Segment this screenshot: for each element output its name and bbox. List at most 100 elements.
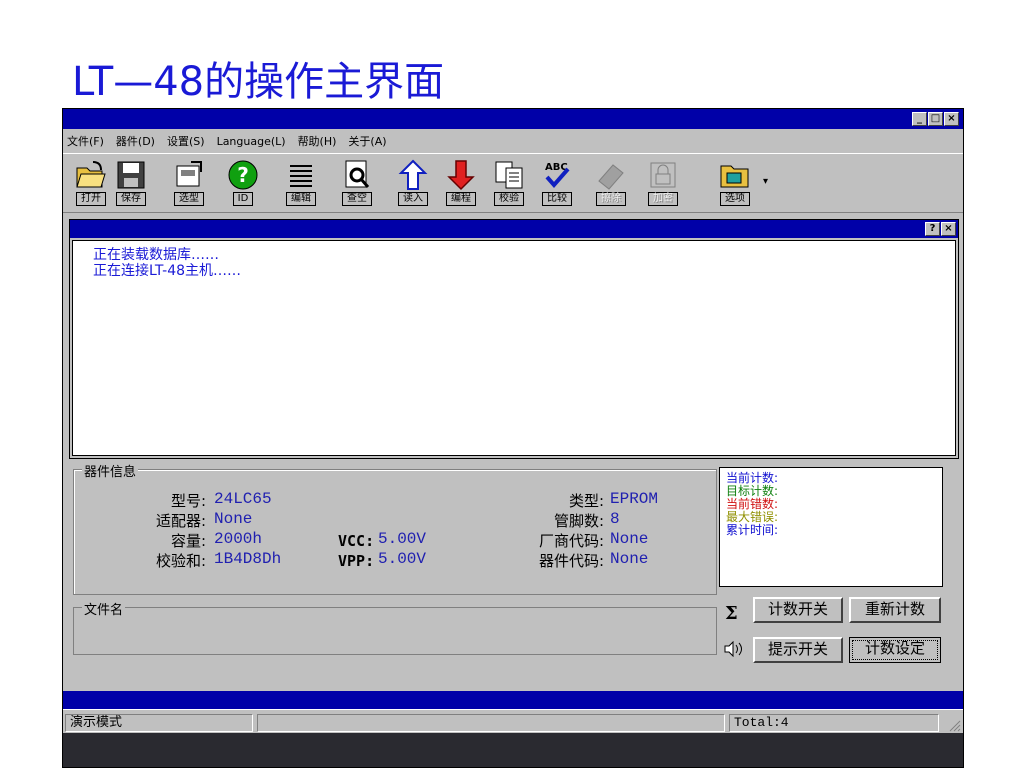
log-window-titlebar[interactable]: ? × <box>70 220 958 238</box>
vpp-value: 5.00V <box>378 550 427 568</box>
menu-device[interactable]: 器件(D) <box>116 133 155 149</box>
pins-value: 8 <box>610 510 620 528</box>
open-folder-icon <box>73 158 109 192</box>
erase-chip-icon <box>593 158 629 192</box>
type-value: EPROM <box>610 490 659 508</box>
vendor-code-value: None <box>610 530 649 548</box>
save-label: 保存 <box>116 192 146 206</box>
reset-count-button[interactable]: 重新计数 <box>849 597 941 623</box>
vcc-value: 5.00V <box>378 530 427 548</box>
edit-label: 编辑 <box>286 192 316 206</box>
window-controls: _ □ × <box>912 112 959 126</box>
status-bar: 演示模式 Total:4 <box>63 709 963 733</box>
program-label: 编程 <box>446 192 476 206</box>
adapter-label: 适配器: <box>155 512 206 530</box>
menu-language[interactable]: Language(L) <box>217 135 286 148</box>
prompt-toggle-button[interactable]: 提示开关 <box>753 637 843 663</box>
close-button[interactable]: × <box>944 112 959 126</box>
save-disk-icon <box>113 158 149 192</box>
erase-button[interactable]: 擦除 <box>593 158 629 208</box>
help-button[interactable]: ? <box>925 222 940 236</box>
capacity-value: 2000h <box>214 530 263 548</box>
log-close-button[interactable]: × <box>941 222 956 236</box>
select-device-icon <box>171 158 207 192</box>
select-device-button[interactable]: 选型 <box>171 158 207 208</box>
log-area[interactable]: 正在装载数据库…… 正在连接LT-48主机…… <box>72 240 956 456</box>
device-info-group: 器件信息 型号: 24LC65 适配器: None 容量: 2000h 校验和:… <box>73 461 717 595</box>
help-question-icon: ? <box>225 158 261 192</box>
capacity-label: 容量: <box>170 532 206 550</box>
speaker-icon <box>723 640 743 658</box>
vcc-label: VCC: <box>338 532 375 550</box>
window-titlebar[interactable]: _ □ × <box>63 109 963 129</box>
checksum-value: 1B4D8Dh <box>214 550 282 568</box>
model-label: 型号: <box>170 492 206 510</box>
program-arrow-down-icon <box>443 158 479 192</box>
menu-help[interactable]: 帮助(H) <box>298 133 337 149</box>
count-setting-button[interactable]: 计数设定 <box>849 637 941 663</box>
id-label: ID <box>232 192 254 206</box>
status-mode: 演示模式 <box>65 714 253 732</box>
svg-text:?: ? <box>237 163 249 187</box>
menu-settings[interactable]: 设置(S) <box>167 133 205 149</box>
blank-check-label: 查空 <box>342 192 372 206</box>
options-label: 选项 <box>720 192 750 206</box>
main-window: _ □ × 文件(F) 器件(D) 设置(S) Language(L) 帮助(H… <box>62 108 964 768</box>
verify-pages-icon <box>491 158 527 192</box>
log-line: 正在装载数据库…… <box>93 247 219 263</box>
device-code-label: 器件代码: <box>538 552 604 570</box>
log-window: ? × 正在装载数据库…… 正在连接LT-48主机…… <box>69 219 959 459</box>
maximize-button[interactable]: □ <box>928 112 943 126</box>
program-button[interactable]: 编程 <box>443 158 479 208</box>
device-info-title: 器件信息 <box>82 461 139 480</box>
vendor-code-label: 厂商代码: <box>538 532 604 550</box>
toolbar: 打开 保存 选型 ? ID 编辑 查空 读入 编程 校验 ABC 比较 擦除 加… <box>63 153 963 213</box>
read-button[interactable]: 读入 <box>395 158 431 208</box>
read-arrow-up-icon <box>395 158 431 192</box>
log-line: 正在连接LT-48主机…… <box>93 263 242 279</box>
compare-abc-icon: ABC <box>539 158 575 192</box>
file-name-group: 文件名 <box>73 599 717 655</box>
blank-check-icon <box>339 158 375 192</box>
encrypt-lock-icon <box>645 158 681 192</box>
background-decoration <box>63 733 963 767</box>
open-button[interactable]: 打开 <box>73 158 109 208</box>
pins-label: 管脚数: <box>553 512 604 530</box>
slide-title: LT—48的操作主界面 <box>72 59 445 105</box>
adapter-value: None <box>214 510 253 528</box>
save-button[interactable]: 保存 <box>113 158 149 208</box>
menu-about[interactable]: 关于(A) <box>348 133 386 149</box>
status-total: Total:4 <box>729 714 939 732</box>
encrypt-label: 加密 <box>648 192 678 206</box>
model-value: 24LC65 <box>214 490 272 508</box>
edit-button[interactable]: 编辑 <box>283 158 319 208</box>
edit-lines-icon <box>283 158 319 192</box>
total-time-label: 累计时间: <box>726 523 779 537</box>
verify-button[interactable]: 校验 <box>491 158 527 208</box>
minimize-button[interactable]: _ <box>912 112 927 126</box>
menu-bar: 文件(F) 器件(D) 设置(S) Language(L) 帮助(H) 关于(A… <box>63 129 963 153</box>
select-device-label: 选型 <box>174 192 204 206</box>
encrypt-button[interactable]: 加密 <box>645 158 681 208</box>
erase-label: 擦除 <box>596 192 626 206</box>
sigma-icon: Σ <box>725 603 738 624</box>
device-code-value: None <box>610 550 649 568</box>
bottom-bar <box>63 691 963 709</box>
open-label: 打开 <box>76 192 106 206</box>
options-dropdown-arrow[interactable]: ▾ <box>763 176 768 187</box>
checksum-label: 校验和: <box>155 552 206 570</box>
options-button[interactable]: 选项 <box>717 158 753 208</box>
menu-file[interactable]: 文件(F) <box>67 133 104 149</box>
log-window-controls: ? × <box>925 222 956 236</box>
compare-label: 比较 <box>542 192 572 206</box>
vpp-label: VPP: <box>338 552 375 570</box>
blank-check-button[interactable]: 查空 <box>339 158 375 208</box>
resize-grip-icon[interactable] <box>947 718 961 732</box>
read-label: 读入 <box>398 192 428 206</box>
count-toggle-button[interactable]: 计数开关 <box>753 597 843 623</box>
id-button[interactable]: ? ID <box>225 158 261 208</box>
verify-label: 校验 <box>494 192 524 206</box>
counter-panel: 当前计数: 目标计数: 当前错数: 最大错误: 累计时间: <box>719 467 943 587</box>
compare-button[interactable]: ABC 比较 <box>539 158 575 208</box>
file-name-title: 文件名 <box>82 599 126 618</box>
